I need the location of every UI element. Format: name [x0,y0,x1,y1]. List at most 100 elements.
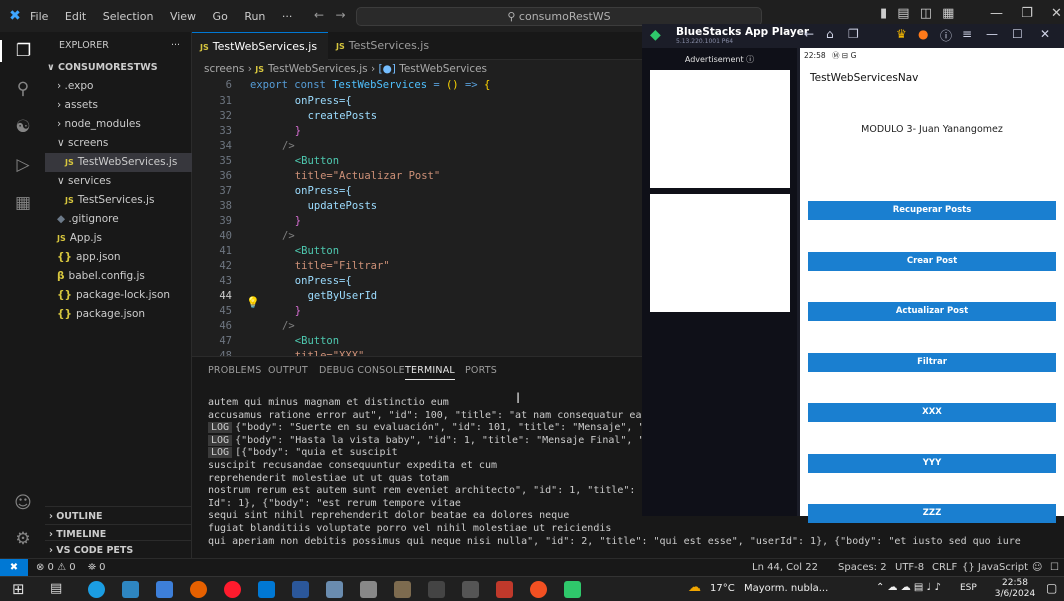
app3-icon[interactable] [394,581,411,598]
bs-minimize-icon[interactable]: — [986,27,998,41]
code-line[interactable]: onPress={ [295,274,352,289]
points-icon[interactable]: ● [918,27,928,41]
clock-time[interactable]: 22:58 [992,578,1038,588]
code-line[interactable]: /> [282,139,295,154]
tab-debug-console[interactable]: DEBUG CONSOLE [319,365,405,376]
extensions-icon[interactable]: ▦ [12,192,34,214]
restore-icon[interactable]: ❐ [1021,6,1033,21]
ad-banner-top[interactable] [650,70,790,188]
toggle-panel-icon[interactable]: ▤ [897,6,909,21]
menu-go[interactable]: Go [213,10,228,23]
ports-count[interactable]: ⛯ 0 [88,559,106,576]
windows-start-icon[interactable]: ⊞ [12,580,25,598]
code-line[interactable]: onPress={ [295,94,352,109]
ad-banner-bottom[interactable] [650,194,790,312]
code-line[interactable]: } [295,304,301,319]
app2-icon[interactable] [326,581,343,598]
tab-output[interactable]: OUTPUT [268,365,308,376]
app-icon[interactable] [156,581,173,598]
indentation[interactable]: Spaces: 2 [838,559,887,576]
home-icon[interactable]: ⌂ [826,27,834,41]
explorer-item[interactable]: ∨ screens [45,134,192,153]
keyboard-lang[interactable]: ESP [960,583,977,593]
menu-view[interactable]: View [170,10,196,23]
help-icon[interactable]: ⓘ [940,27,952,44]
code-line[interactable]: <Button [295,244,339,259]
menu-icon[interactable]: ≡ [962,27,972,41]
app6-icon[interactable] [530,581,547,598]
code-line[interactable]: /> [282,229,295,244]
clock-date[interactable]: 3/6/2024 [992,589,1038,599]
tab-ports[interactable]: PORTS [465,365,497,376]
code-line[interactable]: getByUserId [308,289,378,304]
close-window-icon[interactable]: ✕ [1051,6,1062,21]
outline-section[interactable]: › OUTLINE [45,506,192,525]
menu-file[interactable]: File [30,10,48,23]
code-line[interactable]: } [295,214,301,229]
encoding[interactable]: UTF-8 [895,559,924,576]
forward-arrow-icon[interactable]: → [336,8,346,22]
tab-terminal[interactable]: TERMINAL [405,365,455,380]
code-line[interactable]: createPosts [308,109,378,124]
toggle-sidebar-icon[interactable]: ▮ [880,6,887,21]
weather-text[interactable]: Mayorm. nubla... [744,583,828,594]
weather-temp[interactable]: 17°C [710,583,735,594]
bs-close-icon[interactable]: ✕ [1040,27,1050,41]
app-button-zzz[interactable]: ZZZ [808,504,1056,523]
word-icon[interactable] [292,581,309,598]
menu-more[interactable]: ··· [282,10,293,23]
explorer-item[interactable]: {} package.json [45,305,192,324]
code-line[interactable]: updatePosts [308,199,378,214]
tab-problems[interactable]: PROBLEMS [208,365,261,376]
opera-icon[interactable] [224,581,241,598]
explorer-item[interactable]: JS TestWebServices.js [45,153,192,172]
copilot-icon[interactable]: ☺ [1032,559,1042,576]
app-button-recuperar-posts[interactable]: Recuperar Posts [808,201,1056,220]
tab-testwebservices[interactable]: JSTestWebServices.js ✕ [192,32,328,82]
vscode-taskbar-icon[interactable] [258,581,275,598]
recent-apps-icon[interactable]: ❐ [848,27,859,41]
breadcrumb-file[interactable]: TestWebServices.js [268,63,368,75]
minimize-icon[interactable]: — [990,6,1003,21]
lightbulb-icon[interactable]: 💡 [246,296,260,309]
explorer-item[interactable]: › assets [45,96,192,115]
source-control-icon[interactable]: ☯ [12,116,34,138]
app4-icon[interactable] [462,581,479,598]
weather-icon[interactable]: ☁ [688,580,701,595]
remote-indicator-icon[interactable]: ✖ [0,559,28,576]
code-line[interactable]: } [295,124,301,139]
firefox-icon[interactable] [190,581,207,598]
explorer-item[interactable]: {} package-lock.json [45,286,192,305]
back-arrow-icon[interactable]: ← [314,8,324,22]
cursor-position[interactable]: Ln 44, Col 22 [752,559,818,576]
tray-icons[interactable]: ⌃ ☁ ☁ ▤ ♩ ♪ [876,582,941,593]
breadcrumb-symbol[interactable]: TestWebServices [399,63,487,75]
explorer-item[interactable]: ∨ services [45,172,192,191]
problems-count[interactable]: ⊗ 0 ⚠ 0 [36,559,76,576]
app-button-yyy[interactable]: YYY [808,453,1056,473]
search-view-icon[interactable]: ⚲ [12,78,34,100]
code-line[interactable]: <Button [295,334,339,349]
code-line[interactable]: <Button [295,154,339,169]
app5-icon[interactable] [496,581,513,598]
app-button-xxx[interactable]: XXX [808,403,1056,422]
toggle-secondary-icon[interactable]: ◫ [920,6,932,21]
explorer-item[interactable]: › .expo [45,77,192,96]
notification-center-icon[interactable]: ▢ [1046,581,1057,595]
code-line[interactable]: title="Actualizar Post" [295,169,440,184]
edge-icon[interactable] [88,581,105,598]
explorer-item[interactable]: › node_modules [45,115,192,134]
menu-run[interactable]: Run [244,10,265,23]
vscode-pets-section[interactable]: › VS CODE PETS [45,540,192,559]
menu-edit[interactable]: Edit [65,10,86,23]
menu-selection[interactable]: Selection [103,10,154,23]
settings-icon[interactable] [360,581,377,598]
explorer-item[interactable]: JS TestServices.js [45,191,192,210]
notifications-bell-icon[interactable]: ☐ [1050,559,1059,576]
terminal-icon[interactable] [428,581,445,598]
line-ending[interactable]: CRLF [932,559,957,576]
explorer-icon[interactable]: ❐ [0,40,45,62]
tab-testservices[interactable]: JS TestServices.js [328,32,437,60]
sticky-scroll-line[interactable]: export const TestWebServices = () => { [250,78,490,93]
workspace-root[interactable]: ∨ CONSUMORESTWS [45,58,192,77]
